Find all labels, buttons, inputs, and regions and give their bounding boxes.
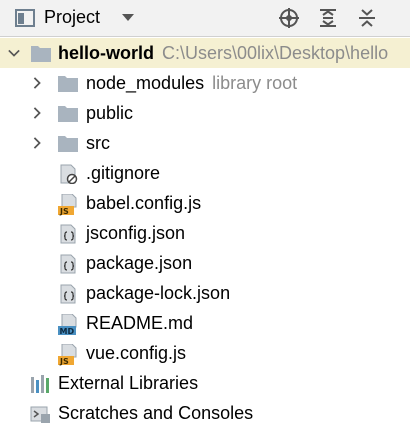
tree-root-row[interactable]: hello-world C:\Users\00lix\Desktop\hello xyxy=(0,38,410,68)
scratches-label: Scratches and Consoles xyxy=(58,403,254,423)
root-folder-path: C:\Users\00lix\Desktop\hello xyxy=(162,43,389,63)
external-libraries-label: External Libraries xyxy=(58,373,199,393)
file-label: package-lock.json xyxy=(86,283,231,303)
chevron-down-icon[interactable] xyxy=(8,46,20,60)
folder-icon xyxy=(58,76,78,92)
file-label: .gitignore xyxy=(86,163,161,183)
json-file-icon xyxy=(60,254,76,274)
gitignore-file-icon xyxy=(60,164,78,184)
js-file-icon: JS xyxy=(58,344,77,366)
tree-file-row[interactable]: MD README.md xyxy=(0,308,410,338)
root-folder-name: hello-world xyxy=(58,43,154,63)
file-label: README.md xyxy=(86,313,194,333)
json-file-icon xyxy=(60,284,76,304)
chevron-right-icon[interactable] xyxy=(31,106,43,120)
external-libraries-icon xyxy=(31,375,49,393)
tree-file-row[interactable]: JS babel.config.js xyxy=(0,188,410,218)
js-file-icon: JS xyxy=(58,194,77,216)
json-file-icon xyxy=(60,224,76,244)
dropdown-arrow-icon[interactable] xyxy=(121,10,135,24)
tree-folder-row[interactable]: public xyxy=(0,98,410,128)
project-view-icon xyxy=(15,9,35,27)
folder-icon xyxy=(31,46,51,62)
tree-folder-row[interactable]: src xyxy=(0,128,410,158)
chevron-right-icon[interactable] xyxy=(31,76,43,90)
tree-file-row[interactable]: jsconfig.json xyxy=(0,218,410,248)
file-label: package.json xyxy=(86,253,193,273)
md-badge-text: MD xyxy=(60,327,75,336)
chevron-right-icon[interactable] xyxy=(31,136,43,150)
scratches-row[interactable]: Scratches and Consoles xyxy=(0,398,410,428)
js-badge-text: JS xyxy=(59,207,69,216)
folder-label: public xyxy=(86,103,134,123)
tree-file-row[interactable]: package.json xyxy=(0,248,410,278)
js-badge-text: JS xyxy=(59,357,69,366)
md-file-icon: MD xyxy=(58,314,77,336)
collapse-all-icon[interactable] xyxy=(356,7,378,29)
file-label: babel.config.js xyxy=(86,193,202,213)
folder-icon xyxy=(58,106,78,122)
project-title[interactable]: Project xyxy=(44,7,100,28)
library-root-label: library root xyxy=(212,73,298,93)
tree-file-row[interactable]: .gitignore xyxy=(0,158,410,188)
tree-file-row[interactable]: JS vue.config.js xyxy=(0,338,410,368)
tree-folder-row[interactable]: node_modules library root xyxy=(0,68,410,98)
folder-icon xyxy=(58,136,78,152)
project-toolbar: Project xyxy=(0,0,410,37)
folder-label: src xyxy=(86,133,110,153)
scratches-icon xyxy=(30,406,50,423)
locate-icon[interactable] xyxy=(278,7,300,29)
external-libraries-row[interactable]: External Libraries xyxy=(0,368,410,398)
folder-label: node_modules xyxy=(86,73,205,93)
expand-all-icon[interactable] xyxy=(317,7,339,29)
file-label: vue.config.js xyxy=(86,343,187,363)
file-label: jsconfig.json xyxy=(86,223,186,243)
tree-file-row[interactable]: package-lock.json xyxy=(0,278,410,308)
